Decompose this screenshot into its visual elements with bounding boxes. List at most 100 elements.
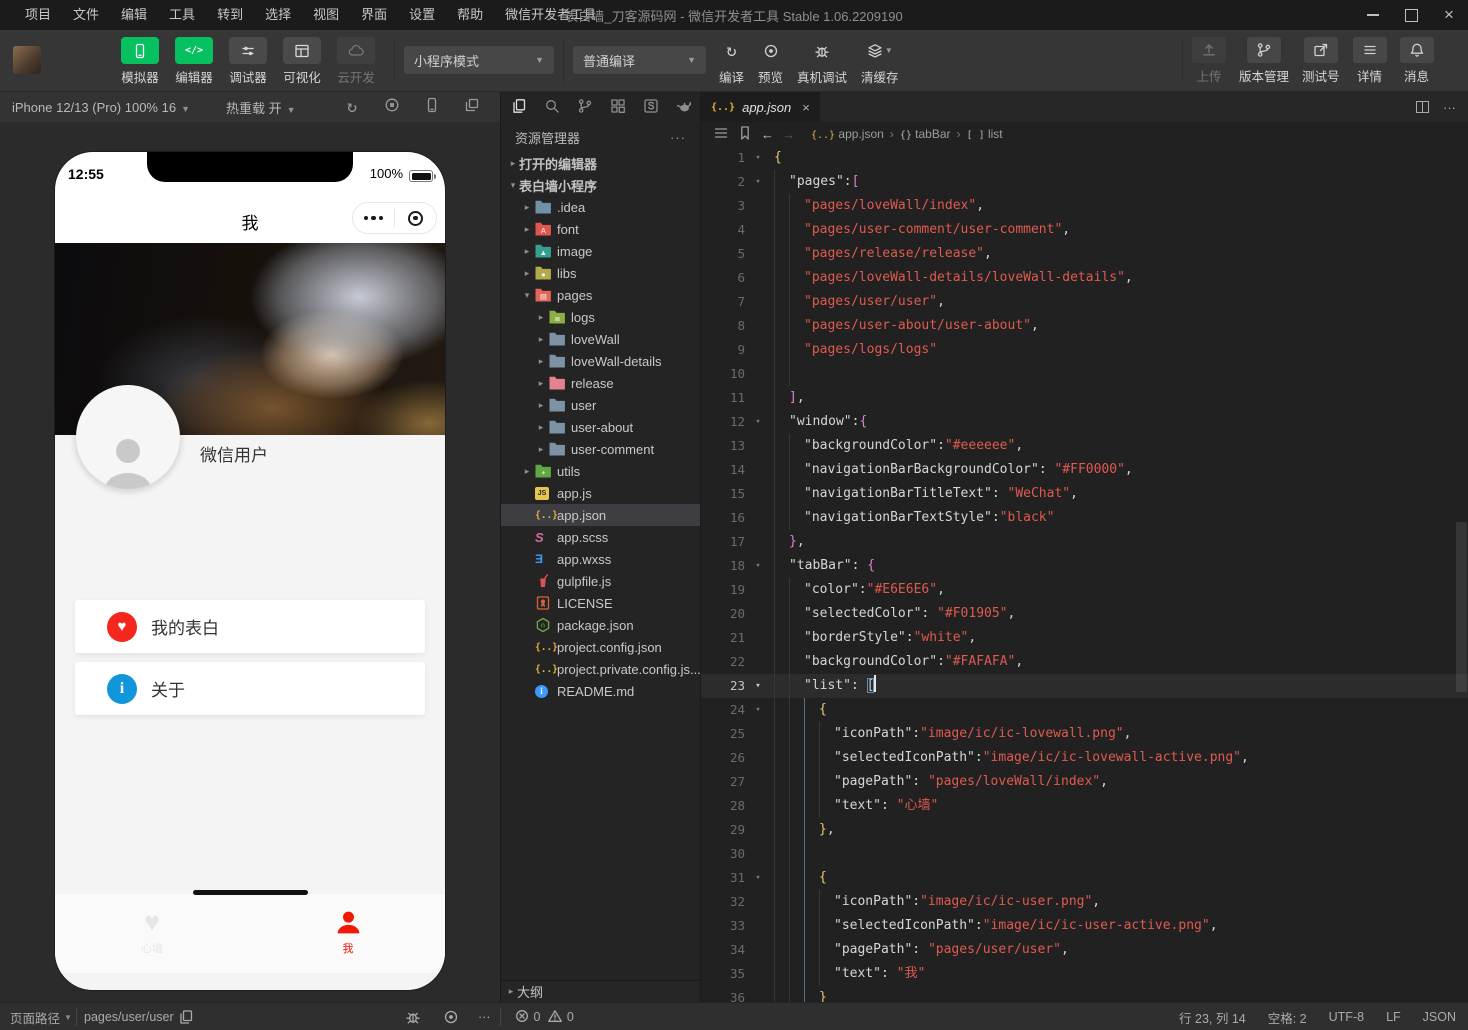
debug-icon[interactable] [405,1003,421,1030]
code-line-16[interactable]: 16"navigationBarTextStyle":"black" [701,506,1468,530]
menu-card-about[interactable]: i关于 [75,662,425,715]
compile-select[interactable]: 普通编译▼ [573,46,706,74]
statusbar-item[interactable]: JSON [1423,1010,1456,1024]
code-line-21[interactable]: 21"borderStyle":"white", [701,626,1468,650]
extensions-icon[interactable] [610,98,626,117]
editor-more-icon[interactable]: ··· [1443,100,1456,115]
breadcrumb-item[interactable]: {} tabBar [900,127,951,141]
code-line-13[interactable]: 13"backgroundColor":"#eeeeee", [701,434,1468,458]
refresh-icon[interactable]: ↻ [332,97,372,117]
code-line-5[interactable]: 5"pages/release/release", [701,242,1468,266]
snippets-icon[interactable] [643,98,659,117]
tree-item-app.wxss[interactable]: Ǝapp.wxss [501,548,700,570]
tree-section-表白墙小程序[interactable]: ▾表白墙小程序 [501,174,700,196]
action-lines[interactable]: 详情 [1353,37,1387,85]
statusbar-more-icon[interactable]: ··· [478,1003,491,1030]
action-bug[interactable]: 真机调试 [794,37,850,86]
tree-item-image[interactable]: ▸▲image [501,240,700,262]
code-line-20[interactable]: 20"selectedColor": "#F01905", [701,602,1468,626]
code-line-17[interactable]: 17}, [701,530,1468,554]
menu-item[interactable]: 文件 [62,0,110,30]
editor-scrollbar[interactable] [1456,522,1467,692]
fold-icon[interactable]: ▾ [751,410,765,434]
code-line-19[interactable]: 19"color":"#E6E6E6", [701,578,1468,602]
tree-item-font[interactable]: ▸Afont [501,218,700,240]
code-line-24[interactable]: 24▾{ [701,698,1468,722]
tree-item-LICENSE[interactable]: LICENSE [501,592,700,614]
breadcrumb-item[interactable]: [ ] list [967,127,1003,141]
tree-item-app.js[interactable]: JSapp.js [501,482,700,504]
mode-select[interactable]: 小程序模式▼ [404,46,554,74]
code-line-28[interactable]: 28"text": "心墙" [701,794,1468,818]
code-line-25[interactable]: 25"iconPath":"image/ic/ic-lovewall.png", [701,722,1468,746]
fold-icon[interactable]: ▾ [751,146,765,170]
code-line-1[interactable]: 1▾{ [701,146,1468,170]
close-icon[interactable]: × [1430,0,1468,30]
tree-item-README.md[interactable]: iREADME.md [501,680,700,702]
code-line-14[interactable]: 14"navigationBarBackgroundColor": "#FF00… [701,458,1468,482]
exit-icon[interactable] [395,211,436,226]
user-avatar-placeholder[interactable] [76,385,180,489]
windows-icon[interactable] [452,97,492,117]
action-bell[interactable]: 消息 [1400,37,1434,85]
code-line-34[interactable]: 34"pagePath": "pages/user/user", [701,938,1468,962]
statusbar-item[interactable]: 空格: 2 [1268,1008,1307,1027]
tree-item-libs[interactable]: ▸●libs [501,262,700,284]
tree-item-user-comment[interactable]: ▸user-comment [501,438,700,460]
tree-item-package.json[interactable]: npackage.json [501,614,700,636]
action-layers[interactable]: ▼清缓存 [858,37,902,86]
code-line-7[interactable]: 7"pages/user/user", [701,290,1468,314]
tree-item-loveWall[interactable]: ▸loveWall [501,328,700,350]
phone-tab-me[interactable]: 我 [288,906,408,956]
maximize-icon[interactable] [1392,0,1430,30]
menu-item[interactable]: 编辑 [110,0,158,30]
fold-icon[interactable]: ▾ [751,170,765,194]
code-line-15[interactable]: 15"navigationBarTitleText": "WeChat", [701,482,1468,506]
menu-card-my-confession[interactable]: ♥我的表白 [75,600,425,653]
mode-button-sliders[interactable]: 调试器 [226,37,270,86]
code-line-9[interactable]: 9"pages/logs/logs" [701,338,1468,362]
split-editor-icon[interactable] [1416,101,1429,113]
fold-icon[interactable]: ▾ [751,554,765,578]
tab-app-json[interactable]: {..} app.json × [701,92,820,122]
code-line-23[interactable]: 23▾"list": [ [701,674,1468,698]
tree-item-.idea[interactable]: ▸.idea [501,196,700,218]
code-line-35[interactable]: 35"text": "我" [701,962,1468,986]
fold-icon[interactable]: ▾ [751,674,765,698]
tree-item-user[interactable]: ▸user [501,394,700,416]
action-branch[interactable]: 版本管理 [1239,37,1289,85]
phone-icon[interactable] [412,97,452,117]
statusbar-item[interactable]: 行 23, 列 14 [1179,1008,1246,1027]
tree-item-utils[interactable]: ▸+utils [501,460,700,482]
tree-item-project.private.config.js...[interactable]: {..}project.private.config.js... [501,658,700,680]
action-eye[interactable]: 预览 [755,37,786,86]
source-control-icon[interactable] [577,98,593,117]
code-line-18[interactable]: 18▾"tabBar": { [701,554,1468,578]
search-icon[interactable] [544,98,560,117]
user-avatar[interactable] [13,46,41,74]
code-line-26[interactable]: 26"selectedIconPath":"image/ic/ic-lovewa… [701,746,1468,770]
tree-section-打开的编辑器[interactable]: ▸打开的编辑器 [501,152,700,174]
menu-item[interactable]: 工具 [158,0,206,30]
menu-item[interactable]: 设置 [398,0,446,30]
action-upload[interactable]: 上传 [1192,37,1226,85]
problems-indicator[interactable]: 0 0 [514,1003,574,1030]
code-line-10[interactable]: 10 [701,362,1468,386]
close-tab-icon[interactable]: × [798,100,810,115]
code-line-31[interactable]: 31▾{ [701,866,1468,890]
tree-item-app.json[interactable]: {..}app.json [501,504,700,526]
outline-section[interactable]: ▸ 大纲 [501,980,700,1002]
action-test[interactable]: 测试号 [1302,37,1340,85]
statusbar-item[interactable]: UTF-8 [1329,1010,1364,1024]
mode-button-cloud[interactable]: 云开发 [334,37,378,86]
code-line-22[interactable]: 22"backgroundColor":"#FAFAFA", [701,650,1468,674]
statusbar-item[interactable]: LF [1386,1010,1401,1024]
code-line-4[interactable]: 4"pages/user-comment/user-comment", [701,218,1468,242]
tree-item-logs[interactable]: ▸≣logs [501,306,700,328]
tree-item-pages[interactable]: ▾▤pages [501,284,700,306]
tree-item-app.scss[interactable]: Sapp.scss [501,526,700,548]
action-refresh[interactable]: ↻编译 [716,37,747,86]
fold-icon[interactable]: ▾ [751,698,765,722]
more-icon[interactable] [353,216,394,221]
code-line-3[interactable]: 3"pages/loveWall/index", [701,194,1468,218]
